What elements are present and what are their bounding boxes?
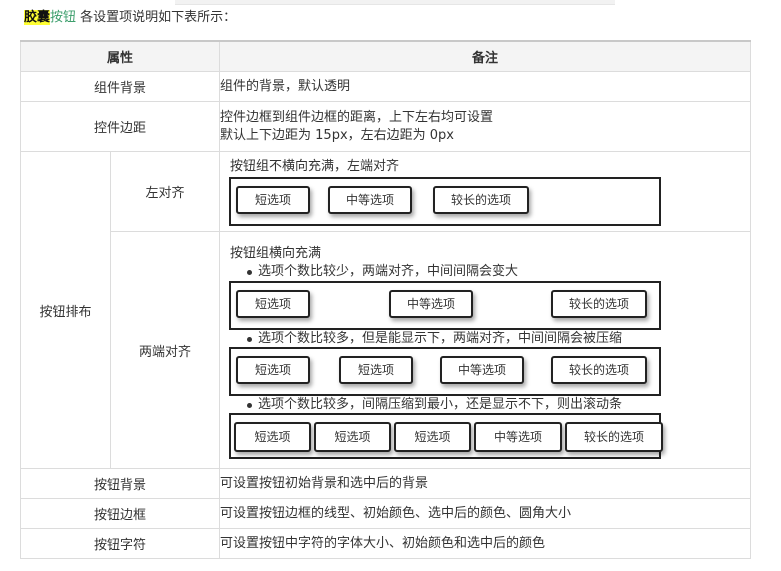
button-group-demo: 短选项 中等选项 较长的选项 — [229, 176, 662, 226]
capsule-button[interactable]: 较长的选项 — [433, 185, 530, 214]
note-margin-line2: 默认上下边距为 15px，左右边距为 0px — [220, 127, 454, 143]
table-row: 两端对齐 按钮组横向充满 选项个数比较少，两端对齐，中间间隔会变大 短选项 中等… — [21, 231, 752, 469]
capsule-button[interactable]: 短选项 — [236, 356, 311, 384]
prop-button-text: 按钮字符 — [19, 528, 221, 559]
note-button-border: 可设置按钮边框的线型、初始颜色、选中后的颜色、圆角大小 — [219, 498, 752, 529]
capsule-button[interactable]: 较长的选项 — [551, 290, 648, 318]
button-group-demo: 短选项 短选项 中等选项 较长的选项 — [229, 347, 662, 396]
component-name: 胶囊 — [24, 10, 51, 25]
arrange-justify-cell: 按钮组横向充满 选项个数比较少，两端对齐，中间间隔会变大 短选项 中等选项 较长… — [219, 231, 752, 469]
top-scroll-strip — [175, 0, 615, 5]
component-link[interactable]: 按钮 — [50, 10, 76, 25]
settings-table: 属性 备注 组件背景 组件的背景，默认透明 控件边距 控件边框到组件边框的距离，… — [19, 40, 752, 559]
capsule-button[interactable]: 短选项 — [236, 290, 311, 318]
table-row: 组件背景 组件的背景，默认透明 — [19, 71, 752, 102]
header-note: 备注 — [219, 40, 752, 72]
capsule-button[interactable]: 中等选项 — [474, 422, 563, 452]
list-item: 选项个数比较少，两端对齐，中间间隔会变大 — [220, 263, 750, 280]
table-row: 按钮边框 可设置按钮边框的线型、初始颜色、选中后的颜色、圆角大小 — [19, 498, 752, 529]
list-item: 选项个数比较多，间隔压缩到最小，还是显示不下，则出滚动条 — [220, 396, 750, 413]
capsule-button[interactable]: 短选项 — [394, 422, 472, 452]
button-group-demo: 短选项 中等选项 较长的选项 — [229, 281, 662, 330]
arrange-left-desc: 按钮组不横向充满，左端对齐 — [230, 158, 400, 174]
capsule-button[interactable]: 中等选项 — [440, 356, 525, 384]
arrange-left-cell: 按钮组不横向充满，左端对齐 短选项 中等选项 较长的选项 — [219, 151, 752, 232]
intro-text: 胶囊按钮 各设置项说明如下表所示： — [24, 9, 236, 27]
list-item: 选项个数比较多，但是能显示下，两端对齐，中间间隔会被压缩 — [220, 330, 750, 347]
prop-button-bg: 按钮背景 — [19, 468, 221, 499]
table-row: 按钮排布 左对齐 按钮组不横向充满，左端对齐 短选项 中等选项 较长的选项 — [20, 151, 752, 469]
note-margin-line1: 控件边框到组件边框的距离，上下左右均可设置 — [220, 109, 494, 125]
header-property: 属性 — [19, 40, 221, 72]
intro-sentence: 各设置项说明如下表所示： — [76, 10, 237, 25]
table-row: 控件边距 控件边框到组件边框的距离，上下左右均可设置 默认上下边距为 15px，… — [19, 101, 752, 152]
button-group-demo-scroll[interactable]: 短选项 短选项 短选项 中等选项 较长的选项 — [229, 413, 664, 459]
prop-background: 组件背景 — [19, 71, 221, 102]
capsule-button[interactable]: 较长的选项 — [565, 422, 664, 452]
arrange-left-label: 左对齐 — [109, 151, 221, 232]
arrange-justify-label: 两端对齐 — [109, 231, 221, 469]
prop-margin: 控件边距 — [19, 101, 221, 152]
table-header-row: 属性 备注 — [19, 40, 752, 72]
table-row: 按钮背景 可设置按钮初始背景和选中后的背景 — [19, 468, 752, 499]
table-row: 按钮字符 可设置按钮中字符的字体大小、初始颜色和选中后的颜色 — [19, 528, 752, 559]
capsule-button[interactable]: 短选项 — [314, 422, 392, 452]
note-button-text: 可设置按钮中字符的字体大小、初始颜色和选中后的颜色 — [219, 528, 752, 559]
note-background: 组件的背景，默认透明 — [219, 71, 752, 102]
arrange-justify-desc: 按钮组横向充满 — [230, 246, 322, 261]
capsule-button[interactable]: 短选项 — [236, 185, 311, 214]
capsule-button[interactable]: 中等选项 — [328, 185, 413, 214]
capsule-button[interactable]: 较长的选项 — [551, 356, 648, 384]
capsule-button[interactable]: 短选项 — [339, 356, 414, 384]
note-margin: 控件边框到组件边框的距离，上下左右均可设置 默认上下边距为 15px，左右边距为… — [219, 101, 752, 152]
prop-arrange: 按钮排布 — [20, 151, 111, 469]
capsule-button[interactable]: 短选项 — [234, 422, 312, 452]
prop-button-border: 按钮边框 — [19, 498, 221, 529]
capsule-button[interactable]: 中等选项 — [389, 290, 474, 318]
note-button-bg: 可设置按钮初始背景和选中后的背景 — [219, 468, 752, 499]
